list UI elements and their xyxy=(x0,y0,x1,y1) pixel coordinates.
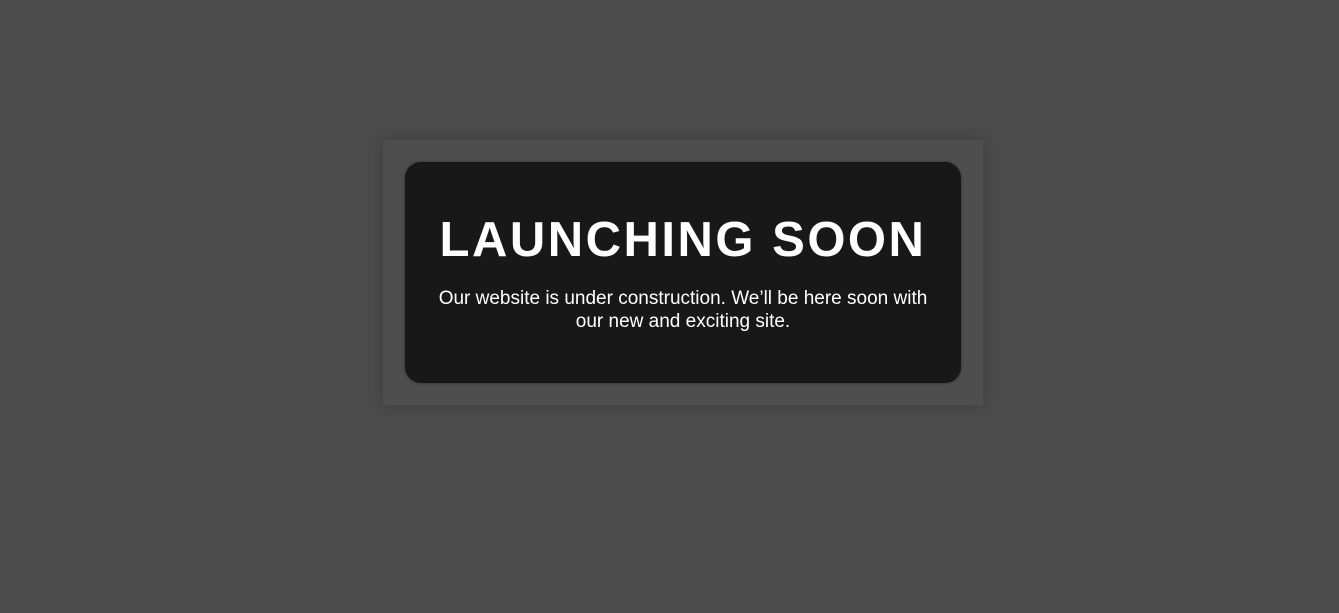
construction-message: Our website is under construction. We’ll… xyxy=(438,288,928,332)
outer-frame: LAUNCHING SOON Our website is under cons… xyxy=(383,140,983,405)
launch-card: LAUNCHING SOON Our website is under cons… xyxy=(405,162,961,383)
page-title: LAUNCHING SOON xyxy=(439,213,927,267)
page: LAUNCHING SOON Our website is under cons… xyxy=(0,0,1339,613)
